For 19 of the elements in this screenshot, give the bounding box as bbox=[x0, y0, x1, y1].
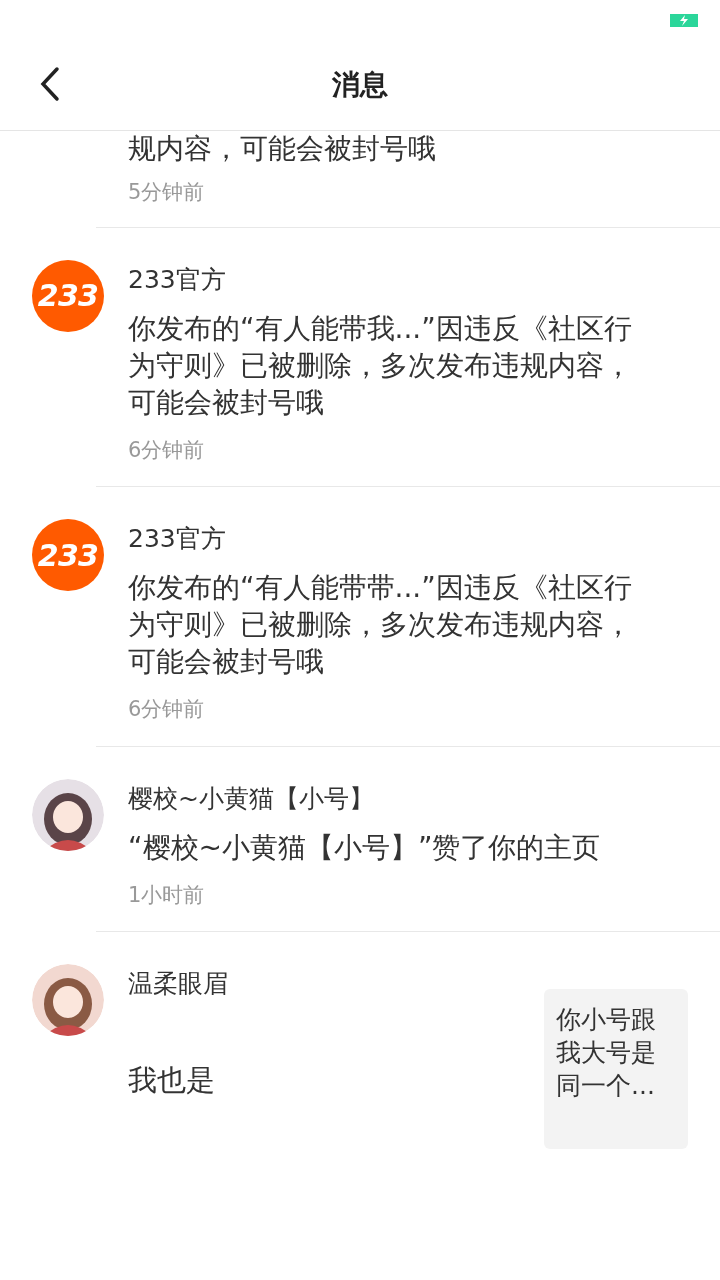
sender-name: 温柔眼眉 bbox=[128, 968, 229, 1000]
sender-name: 233官方 bbox=[128, 523, 227, 555]
message-text: 你发布的“有人能带我...”因违反《社区行为守则》已被删除，多次发布违规内容，可能会被封号哦 bbox=[128, 310, 633, 421]
sender-name: 233官方 bbox=[128, 263, 227, 296]
sender-name: 樱校~小黄猫【小号】 bbox=[128, 782, 375, 815]
page-title: 消息 bbox=[332, 67, 388, 103]
message-text: 我也是 bbox=[128, 1062, 216, 1099]
message-time: 1小时前 bbox=[128, 881, 206, 909]
message-text: 你发布的“有人能带带...”因违反《社区行为守则》已被删除，多次发布违规内容，可能会被封号哦 bbox=[128, 570, 633, 680]
back-icon bbox=[39, 66, 61, 102]
message-time: 5分钟前 bbox=[128, 179, 206, 206]
logo-text: 233 bbox=[37, 277, 99, 315]
message-time: 6分钟前 bbox=[128, 436, 206, 464]
quoted-post[interactable]: 你小号跟我大号是同一个... bbox=[544, 989, 688, 1149]
logo-text: 233 bbox=[37, 536, 99, 575]
message-time: 6分钟前 bbox=[128, 696, 206, 723]
message-text: 规内容，可能会被封号哦 bbox=[128, 131, 437, 167]
message-text: “樱校~小黄猫【小号】”赞了你的主页 bbox=[128, 829, 602, 866]
quoted-text: 你小号跟我大号是同一个... bbox=[556, 1004, 657, 1102]
